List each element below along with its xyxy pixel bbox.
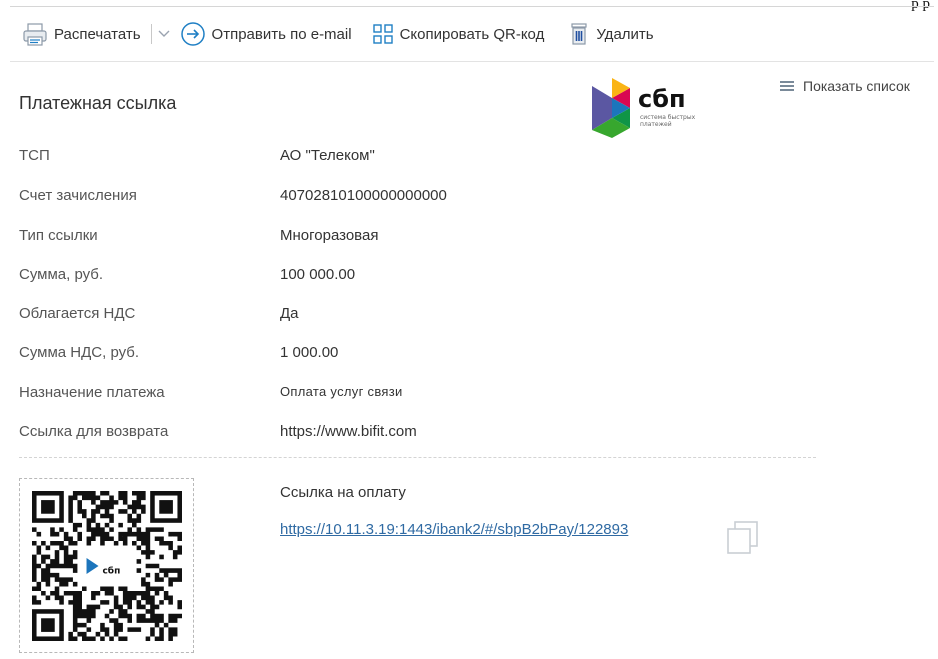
sbp-logo-subtitle-2: платежей — [640, 121, 672, 128]
field-value: Многоразовая — [280, 227, 379, 244]
copy-qr-label: Скопировать QR-код — [399, 25, 545, 43]
list-icon — [780, 81, 794, 91]
field-row-return-link: Ссылка для возврата https://www.bifit.co… — [19, 423, 417, 440]
field-label: Сумма НДС, руб. — [19, 344, 140, 361]
field-row-vat-applies: Облагается НДС Да — [19, 305, 299, 322]
sbp-logo: сбп система быстрых платежей — [590, 74, 730, 140]
field-label: Сумма, руб. — [19, 266, 104, 283]
section-divider — [19, 457, 816, 458]
printer-icon — [22, 21, 48, 47]
qr-code[interactable]: сбп — [19, 478, 194, 653]
qr-grid-icon — [372, 23, 394, 45]
field-row-vat-amount: Сумма НДС, руб. 1 000.00 — [19, 344, 338, 361]
field-label: Назначение платежа — [19, 384, 165, 401]
print-button-label: Распечатать — [54, 25, 141, 43]
qr-finder-pattern — [31, 490, 64, 523]
field-label: Счет зачисления — [19, 187, 137, 204]
field-value: 100 000.00 — [280, 266, 356, 283]
field-label: Ссылка для возврата — [19, 423, 169, 440]
field-label: Тип ссылки — [19, 227, 98, 244]
show-list-label: Показать список — [803, 78, 910, 94]
field-value: Да — [280, 305, 299, 322]
copy-icon[interactable] — [724, 518, 762, 556]
field-value: АО "Телеком" — [280, 147, 375, 164]
field-value: https://www.bifit.com — [280, 423, 417, 440]
page-title: Платежная ссылка — [19, 93, 177, 113]
qr-logo-text: сбп — [102, 565, 120, 576]
field-row-merchant: ТСП АО "Телеком" — [19, 147, 375, 164]
payment-link-caption: Ссылка на оплату — [280, 484, 406, 501]
field-value: 1 000.00 — [280, 344, 339, 361]
field-row-account: Счет зачисления 40702810100000000000 — [19, 187, 447, 204]
field-row-link-type: Тип ссылки Многоразовая — [19, 227, 378, 244]
field-row-amount: Сумма, руб. 100 000.00 — [19, 266, 355, 283]
field-value: 40702810100000000000 — [280, 187, 447, 204]
copy-qr-button[interactable]: Скопировать QR-код — [372, 14, 545, 54]
sbp-logo-text: сбп — [638, 85, 686, 113]
send-email-label: Отправить по e-mail — [211, 25, 352, 43]
qr-finder-pattern — [149, 490, 182, 523]
field-row-purpose: Назначение платежа Оплата услуг связи — [19, 384, 403, 401]
toolbar-separator — [150, 24, 152, 44]
field-label: Облагается НДС — [19, 305, 136, 322]
delete-button[interactable]: Удалить — [568, 14, 654, 54]
payment-link[interactable]: https://10.11.3.19:1443/ibank2/#/sbpB2bP… — [280, 521, 628, 538]
print-options-dropdown[interactable] — [158, 27, 170, 41]
show-list-button[interactable]: Показать список — [780, 78, 910, 94]
trash-icon — [568, 22, 590, 46]
field-value: Оплата услуг связи — [280, 384, 403, 399]
qr-code-image: сбп — [31, 490, 182, 641]
chevron-down-icon — [158, 30, 170, 37]
toolbar: Распечатать Отправить по e-mail Скопиров… — [10, 6, 934, 62]
field-label: ТСП — [19, 147, 50, 164]
qr-finder-pattern — [31, 608, 64, 641]
sbp-logo-subtitle-1: система быстрых — [640, 114, 696, 121]
send-email-button[interactable]: Отправить по e-mail — [180, 14, 352, 54]
delete-label: Удалить — [596, 25, 654, 43]
arrow-right-circle-icon — [180, 21, 206, 47]
print-button[interactable]: Распечатать — [22, 14, 141, 54]
